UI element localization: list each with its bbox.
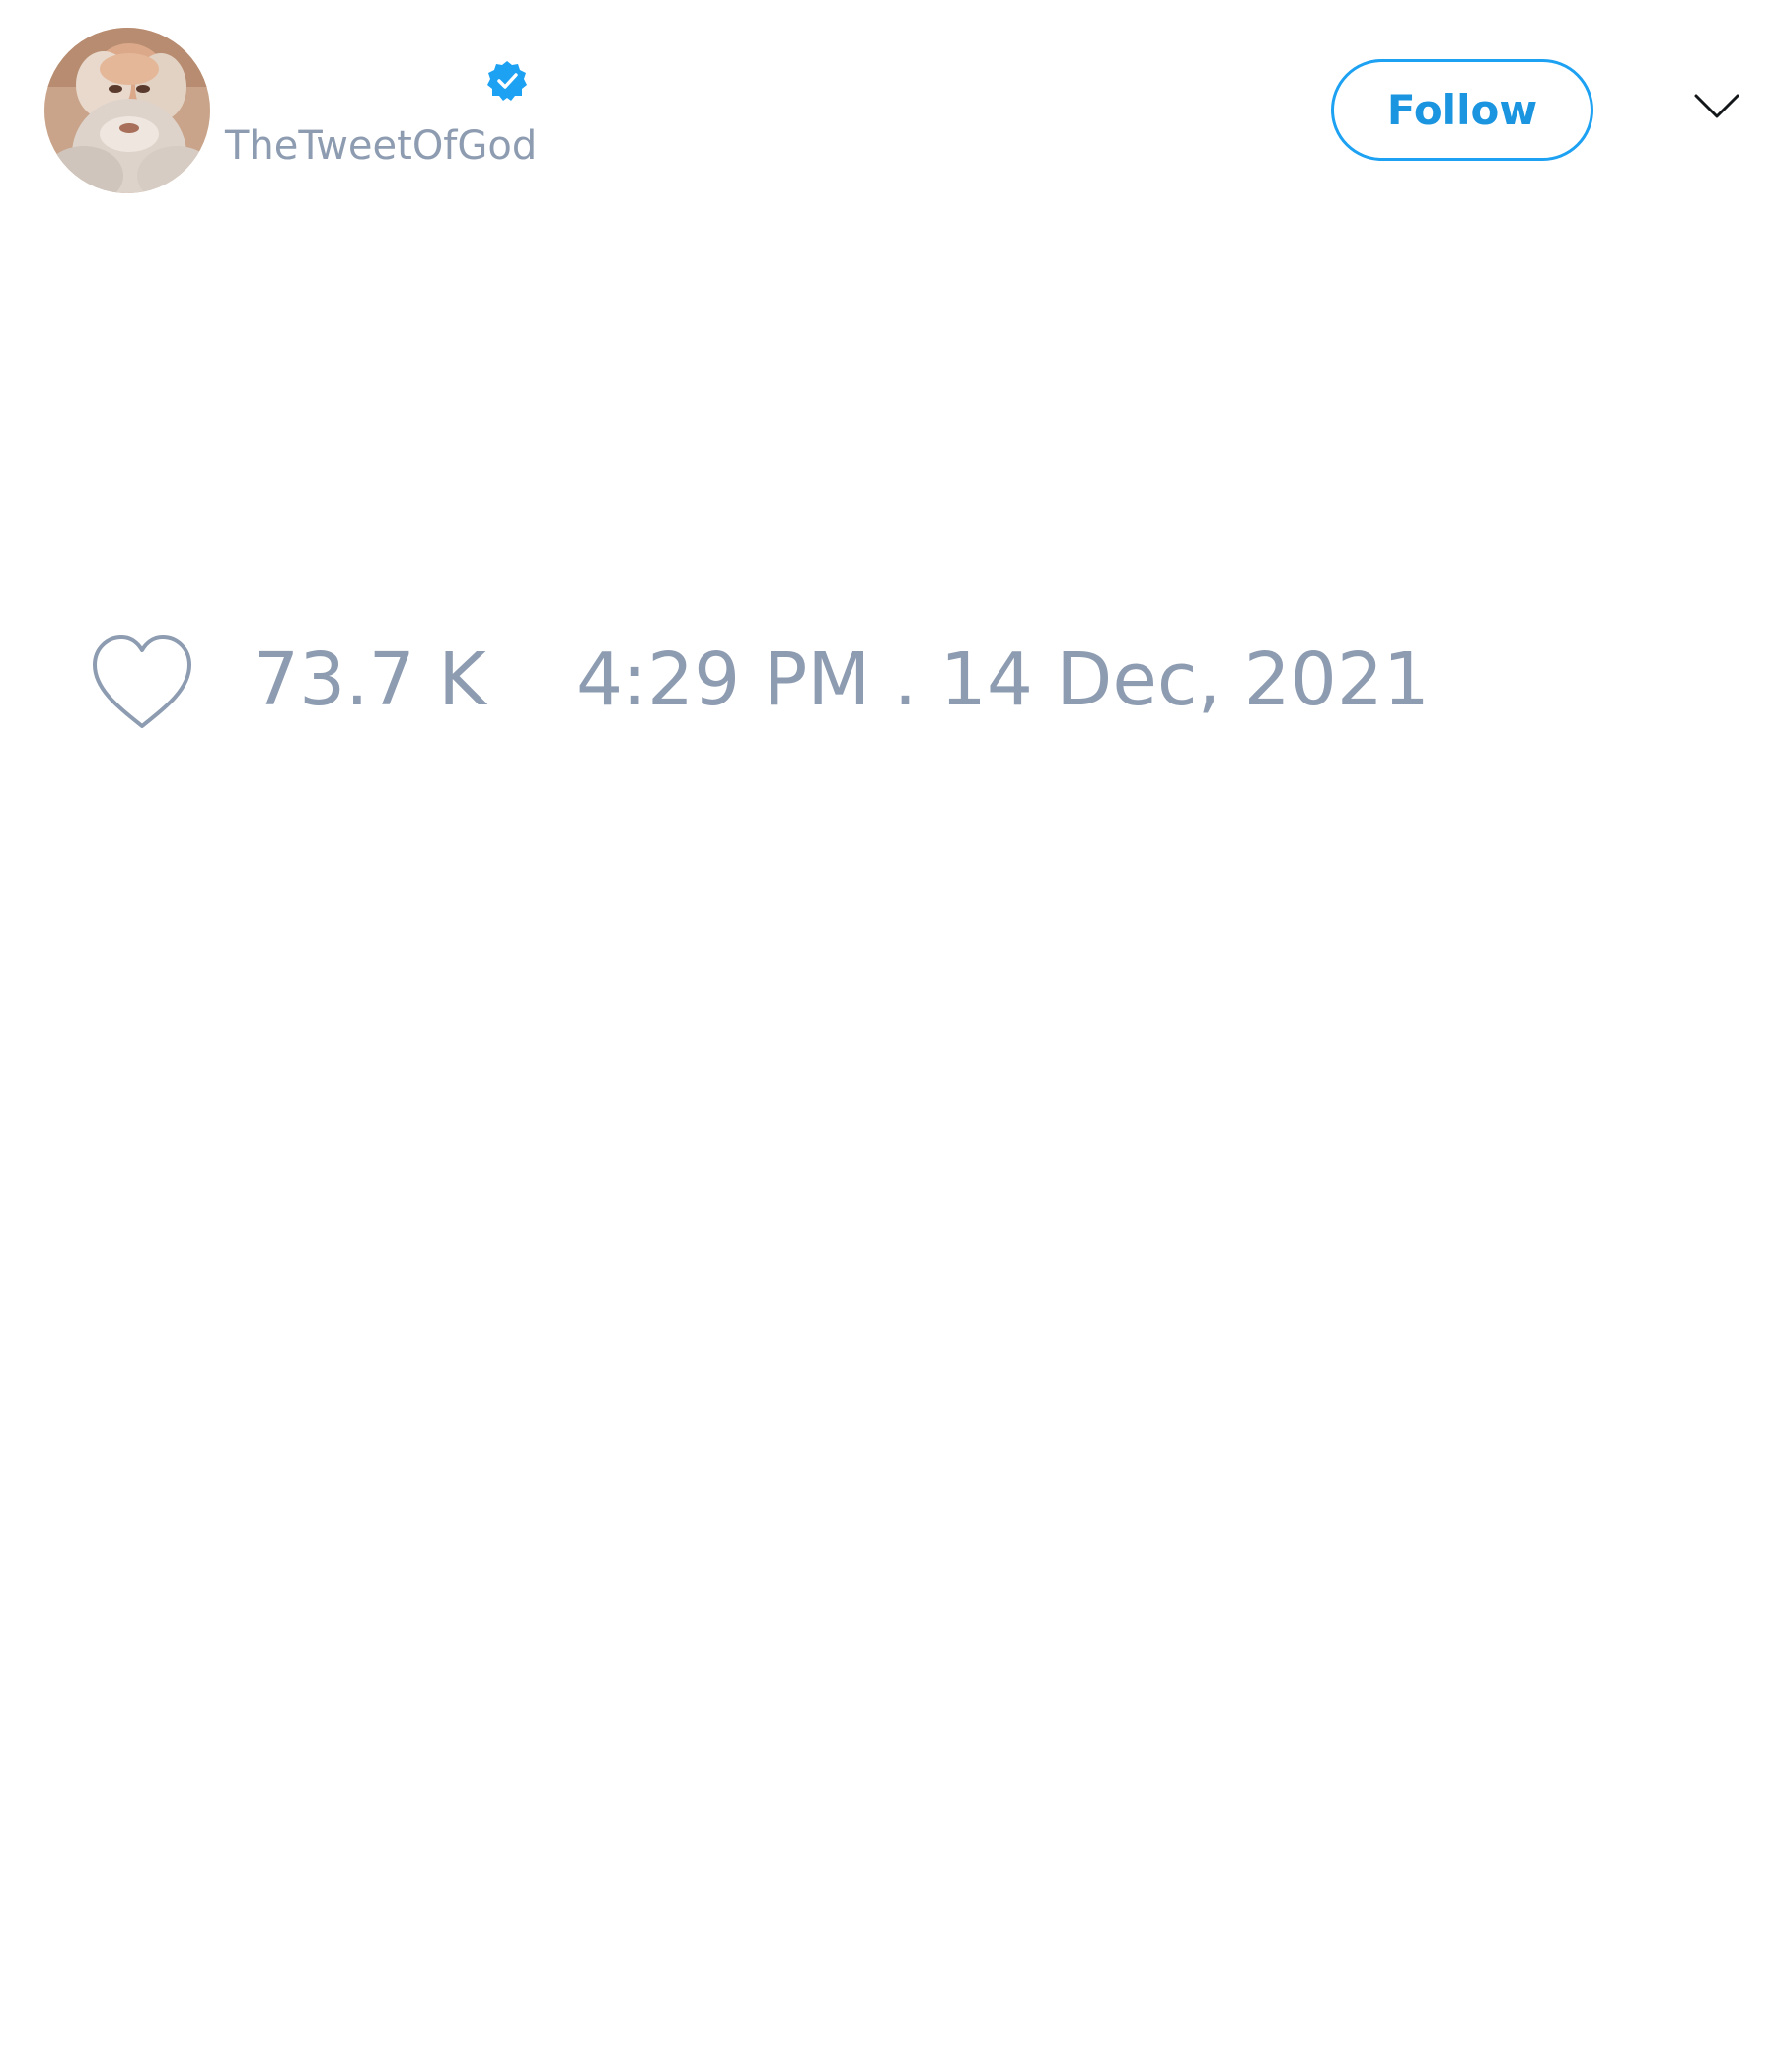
chevron-down-icon[interactable] <box>1693 91 1740 122</box>
avatar-image <box>44 28 210 193</box>
verified-badge-icon <box>487 61 527 101</box>
avatar[interactable] <box>44 28 210 193</box>
like-count: 73.7 K <box>253 637 486 722</box>
follow-button[interactable]: Follow <box>1331 59 1593 161</box>
author-handle[interactable]: TheTweetOfGod <box>225 126 537 166</box>
heart-icon[interactable] <box>89 633 195 732</box>
tweet-timestamp[interactable]: 4:29 PM . 14 Dec, 2021 <box>576 643 1430 716</box>
tweet-card: TheTweetOfGod Follow 73.7 K 4:29 PM . 14… <box>0 0 1776 2072</box>
